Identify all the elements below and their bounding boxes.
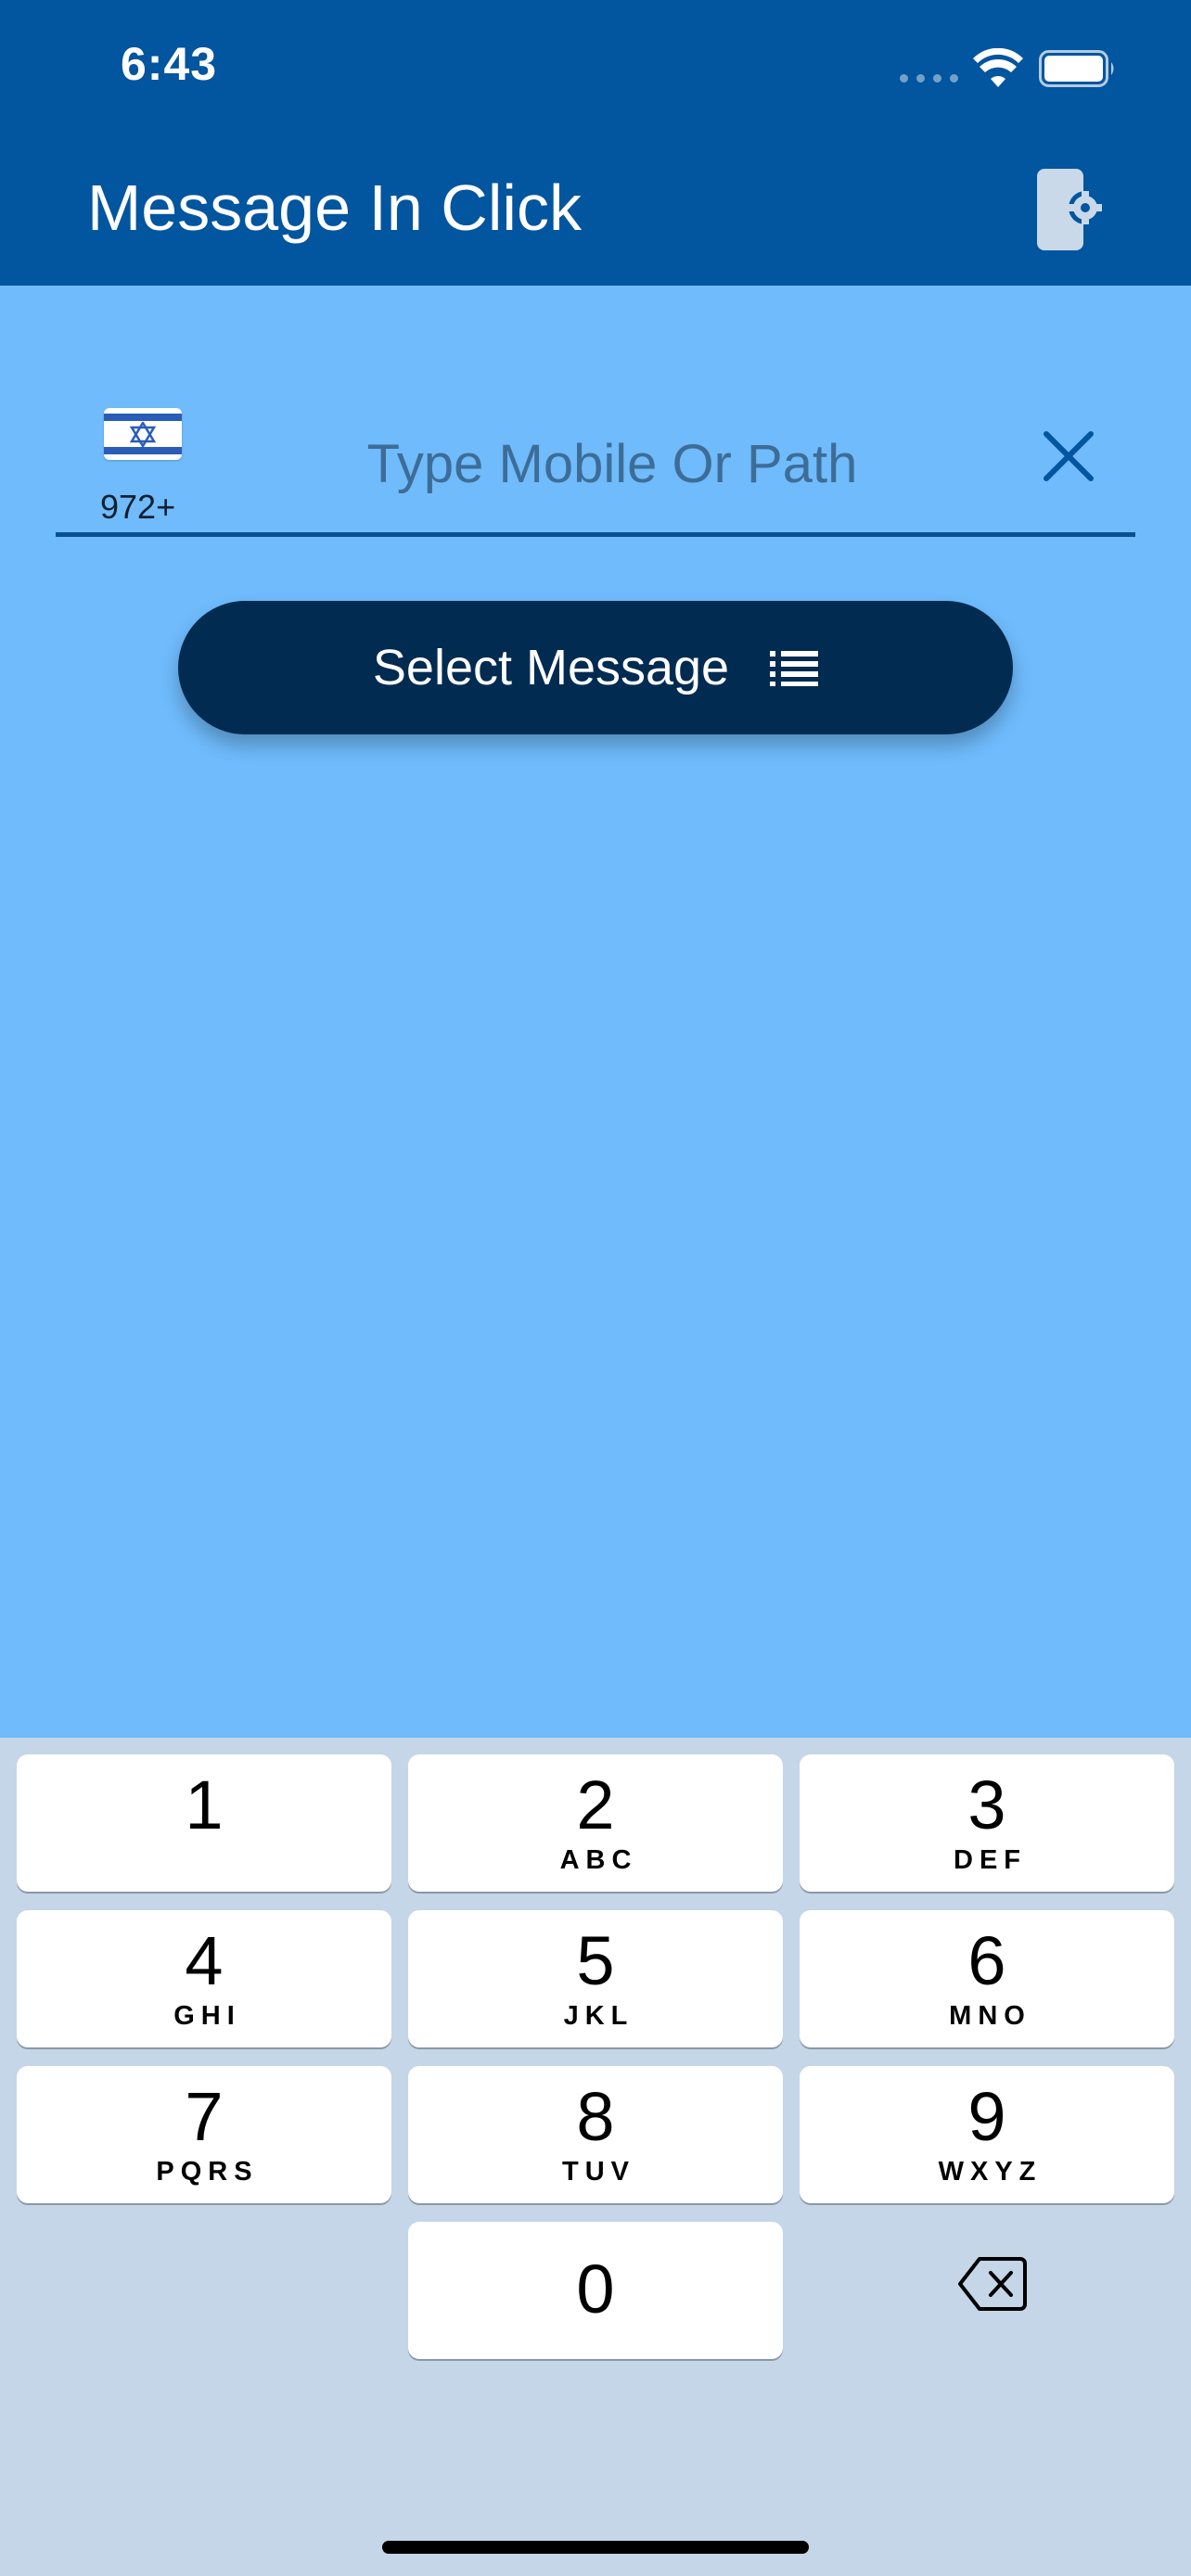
key-digit: 0 (576, 2251, 615, 2327)
numeric-keypad: 1 2 ABC 3 DEF 4 GHI 5 JKL 6 MNO 7 PQRS 8 (0, 1738, 1191, 2576)
key-digit: 5 (576, 1922, 615, 1999)
key-digit: 6 (967, 1922, 1006, 1999)
key-letters: PQRS (156, 2157, 259, 2187)
key-9[interactable]: 9 WXYZ (800, 2066, 1174, 2203)
key-5[interactable]: 5 JKL (408, 1910, 783, 2047)
input-underline (56, 532, 1135, 537)
select-message-button[interactable]: Select Message (178, 601, 1013, 734)
key-3[interactable]: 3 DEF (800, 1754, 1174, 1892)
key-letters: JKL (563, 2001, 634, 2031)
backspace-icon[interactable] (957, 2255, 1028, 2313)
list-icon (770, 651, 819, 686)
battery-icon (1039, 50, 1114, 87)
key-digit: 4 (185, 1922, 224, 1999)
mobile-settings-icon[interactable] (1031, 165, 1106, 254)
phone-input[interactable] (195, 419, 1030, 508)
key-0[interactable]: 0 (408, 2222, 783, 2359)
close-icon[interactable] (1039, 427, 1098, 486)
key-digit: 1 (185, 1766, 224, 1843)
select-message-label: Select Message (372, 640, 730, 695)
key-digit: 3 (967, 1766, 1006, 1843)
key-digit: 9 (967, 2078, 1006, 2155)
key-letters: TUV (562, 2157, 635, 2187)
key-letters: GHI (173, 2001, 241, 2031)
key-digit: 8 (576, 2078, 615, 2155)
key-1[interactable]: 1 (17, 1754, 391, 1892)
key-letters: MNO (949, 2001, 1031, 2031)
key-2[interactable]: 2 ABC (408, 1754, 783, 1892)
key-letters: ABC (559, 1845, 638, 1875)
key-letters: WXYZ (938, 2157, 1043, 2187)
app-header: 6:43 Message In Click (0, 0, 1191, 286)
wifi-icon (973, 48, 1023, 87)
status-time: 6:43 (121, 38, 218, 90)
key-8[interactable]: 8 TUV (408, 2066, 783, 2203)
israel-flag-icon[interactable] (104, 408, 182, 460)
home-indicator (382, 2541, 809, 2554)
key-letters: DEF (954, 1845, 1027, 1875)
key-4[interactable]: 4 GHI (17, 1910, 391, 2047)
country-code[interactable]: 972+ (100, 488, 175, 527)
app-title: Message In Click (87, 172, 582, 244)
app-screen: 6:43 Message In Click 972+ Type Mobile O… (0, 0, 1191, 2576)
cellular-signal-icon (900, 74, 958, 83)
key-6[interactable]: 6 MNO (800, 1910, 1174, 2047)
key-7[interactable]: 7 PQRS (17, 2066, 391, 2203)
key-digit: 7 (185, 2078, 224, 2155)
key-digit: 2 (576, 1766, 615, 1843)
